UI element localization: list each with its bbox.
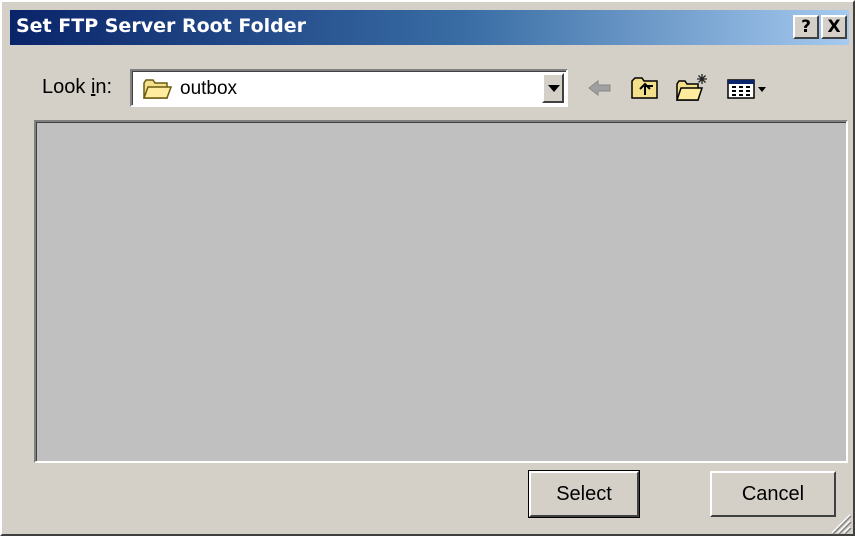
look-in-dropdown[interactable]: outbox xyxy=(130,69,568,107)
dialog-window: Set FTP Server Root Folder ? X Look in: … xyxy=(0,0,855,536)
look-in-label-prefix: Look xyxy=(42,76,91,98)
select-button[interactable]: Select xyxy=(528,470,640,518)
chevron-down-icon xyxy=(548,85,560,92)
help-button[interactable]: ? xyxy=(793,15,819,39)
back-button[interactable] xyxy=(586,72,614,104)
look-in-label-suffix: n: xyxy=(95,76,113,98)
resize-grip-icon[interactable] xyxy=(824,507,852,535)
title-bar[interactable]: Set FTP Server Root Folder ? X xyxy=(10,10,849,45)
folder-list-view[interactable] xyxy=(34,120,848,463)
new-folder-icon xyxy=(675,74,707,101)
view-menu-icon xyxy=(727,79,766,99)
cancel-button[interactable]: Cancel xyxy=(710,471,836,517)
new-folder-button[interactable] xyxy=(674,72,710,104)
up-one-level-button[interactable] xyxy=(628,72,662,104)
dialog-title: Set FTP Server Root Folder xyxy=(16,15,307,37)
look-in-label: Look in: xyxy=(42,76,112,99)
folder-icon xyxy=(142,77,173,106)
dropdown-arrow-button[interactable] xyxy=(542,73,564,103)
look-in-value: outbox xyxy=(180,78,238,99)
back-arrow-icon xyxy=(588,79,611,97)
up-one-level-icon xyxy=(631,77,658,99)
views-menu-button[interactable] xyxy=(724,72,770,104)
close-button[interactable]: X xyxy=(821,15,847,39)
